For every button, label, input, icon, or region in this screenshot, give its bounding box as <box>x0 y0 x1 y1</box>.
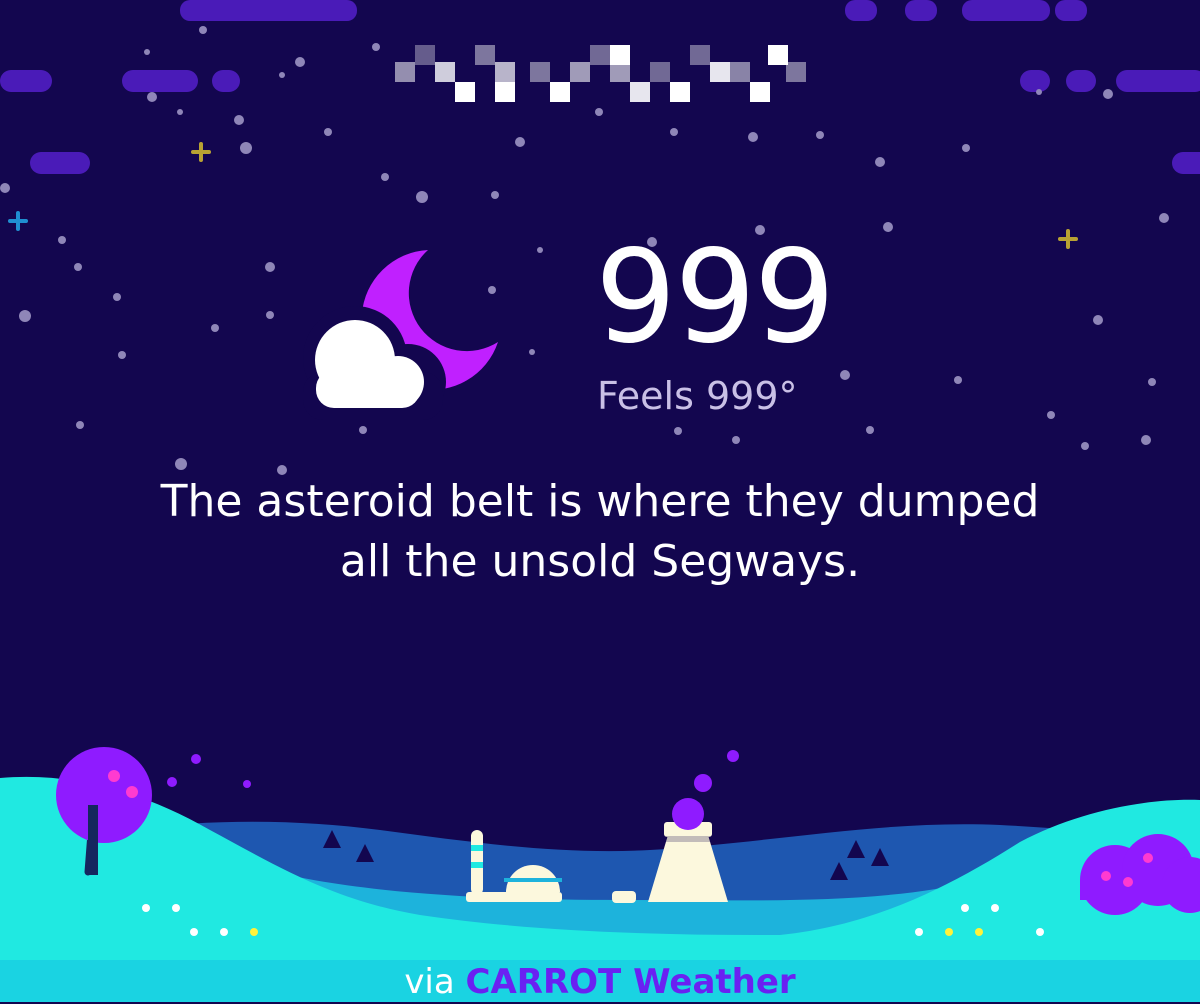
feels-like-label: Feels 999° <box>597 374 798 418</box>
footer-via-label: via <box>404 962 455 1002</box>
partly-cloudy-night-icon <box>303 250 498 420</box>
landscape <box>0 747 1200 960</box>
footer-attribution: via CARROT Weather <box>0 960 1200 1002</box>
sky-banners <box>0 0 1200 174</box>
weather-message: The asteroid belt is where they dumped a… <box>160 476 1040 587</box>
stars <box>0 26 1169 475</box>
location-title-pixelated <box>395 45 806 102</box>
brand-link[interactable]: CARROT Weather <box>466 962 796 1002</box>
twinkle-stars <box>8 142 1078 249</box>
temperature-value: 999 <box>595 223 835 372</box>
